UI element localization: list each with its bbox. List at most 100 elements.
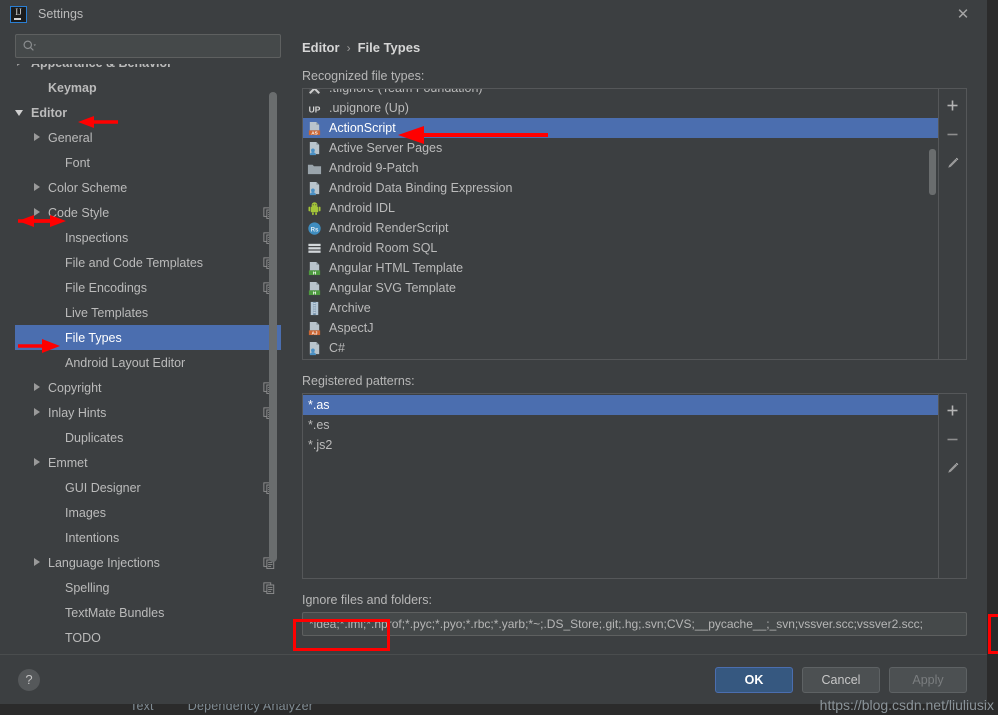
file-type-row[interactable]: Archive: [303, 298, 938, 318]
chevron-right-icon[interactable]: [32, 457, 43, 468]
sidebar-item-images[interactable]: Images: [15, 500, 281, 525]
sidebar-item-label: Duplicates: [65, 430, 124, 445]
sidebar-item-language-injections[interactable]: Language Injections: [15, 550, 281, 575]
breadcrumb-separator-icon: ›: [346, 40, 351, 55]
sidebar-item-editor[interactable]: Editor: [15, 100, 281, 125]
close-icon[interactable]: ✕: [953, 4, 973, 24]
actionscript-icon: AS: [308, 121, 321, 135]
file-types-scrollbar-thumb[interactable]: [929, 149, 936, 195]
file-type-row[interactable]: Rs Android RenderScript: [303, 218, 938, 238]
sidebar-item-file-and-code-templates[interactable]: File and Code Templates: [15, 250, 281, 275]
ignore-files-label: Ignore files and folders:: [302, 593, 432, 607]
edit-pattern-button[interactable]: [944, 459, 962, 477]
chevron-right-icon[interactable]: [32, 182, 43, 193]
angular-html-icon: H: [308, 281, 321, 295]
sidebar-item-keymap[interactable]: Keymap: [15, 75, 281, 100]
sidebar-item-label: Images: [65, 505, 106, 520]
sidebar-item-label: Color Scheme: [48, 180, 128, 195]
sidebar-item-label: Keymap: [48, 80, 97, 95]
recognized-file-types-list[interactable]: .tfignore (Team Foundation) UP .upignore (…: [302, 88, 939, 360]
file-type-row[interactable]: .tfignore (Team Foundation): [303, 89, 938, 98]
file-type-row[interactable]: Android Data Binding Expression: [303, 178, 938, 198]
sidebar-item-font[interactable]: Font: [15, 150, 281, 175]
sidebar-item-file-types[interactable]: File Types: [15, 325, 281, 350]
add-pattern-button[interactable]: [944, 401, 962, 419]
sidebar-item-color-scheme[interactable]: Color Scheme: [15, 175, 281, 200]
sidebar-item-appearance-behavior[interactable]: Appearance & Behavior: [15, 64, 281, 75]
sidebar-scrollbar-thumb[interactable]: [269, 92, 277, 562]
sidebar-item-copyright[interactable]: Copyright: [15, 375, 281, 400]
ignore-files-input[interactable]: [302, 612, 967, 636]
sidebar-item-code-style[interactable]: Code Style: [15, 200, 281, 225]
asp-icon: [309, 341, 320, 355]
sidebar-item-android-layout-editor[interactable]: Android Layout Editor: [15, 350, 281, 375]
pattern-row[interactable]: *.es: [303, 415, 938, 435]
sidebar-item-file-encodings[interactable]: File Encodings: [15, 275, 281, 300]
remove-pattern-button[interactable]: [944, 430, 962, 448]
minus-icon: [947, 133, 958, 135]
sidebar-item-duplicates[interactable]: Duplicates: [15, 425, 281, 450]
file-type-row[interactable]: H Angular HTML Template: [303, 258, 938, 278]
dialog-body: Appearance & Behavior Keymap Editor General…: [0, 28, 987, 654]
chevron-right-icon[interactable]: [32, 407, 43, 418]
file-type-row[interactable]: C#: [303, 338, 938, 358]
file-type-row[interactable]: Active Server Pages: [303, 138, 938, 158]
sidebar-item-todo[interactable]: TODO: [15, 625, 281, 650]
pattern-row[interactable]: *.as: [303, 395, 938, 415]
sidebar-item-general[interactable]: General: [15, 125, 281, 150]
file-type-row[interactable]: Android Room SQL: [303, 238, 938, 258]
file-type-row[interactable]: UP .upignore (Up): [303, 98, 938, 118]
file-type-row[interactable]: H Angular SVG Template: [303, 278, 938, 298]
plus-icon: [947, 405, 958, 415]
file-type-label: Android Room SQL: [329, 241, 438, 255]
chevron-right-icon[interactable]: [15, 64, 26, 68]
search-input[interactable]: [39, 39, 274, 53]
tf-ignore-icon: [308, 89, 321, 94]
recognized-file-types-row: .tfignore (Team Foundation) UP .upignore (…: [302, 88, 967, 360]
sidebar-item-inlay-hints[interactable]: Inlay Hints: [15, 400, 281, 425]
sidebar-item-intentions[interactable]: Intentions: [15, 525, 281, 550]
edit-file-type-button[interactable]: [944, 154, 962, 172]
remove-file-type-button[interactable]: [944, 125, 962, 143]
help-button[interactable]: ?: [18, 668, 40, 691]
file-type-row[interactable]: AJ AspectJ: [303, 318, 938, 338]
file-type-row[interactable]: AS ActionScript: [303, 118, 938, 138]
settings-tree: Appearance & Behavior Keymap Editor General…: [15, 64, 281, 654]
sidebar-item-spelling[interactable]: Spelling: [15, 575, 281, 600]
breadcrumb-root[interactable]: Editor: [302, 40, 340, 55]
file-type-label: C#: [329, 341, 345, 355]
add-file-type-button[interactable]: [944, 96, 962, 114]
registered-patterns-row: *.as *.es *.js2: [302, 393, 967, 579]
sidebar-item-live-templates[interactable]: Live Templates: [15, 300, 281, 325]
chevron-right-icon[interactable]: [32, 207, 43, 218]
file-type-row[interactable]: Android IDL: [303, 198, 938, 218]
chevron-down-icon[interactable]: [15, 107, 26, 118]
file-type-label: Android 9-Patch: [329, 161, 419, 175]
chevron-right-icon[interactable]: [32, 382, 43, 393]
apply-button[interactable]: Apply: [889, 666, 967, 693]
breadcrumb-current: File Types: [357, 40, 421, 55]
sidebar-item-label: Copyright: [48, 380, 102, 395]
sidebar-scrollbar[interactable]: [269, 72, 277, 606]
svg-text:AJ: AJ: [312, 330, 318, 335]
chevron-right-icon[interactable]: [32, 557, 43, 568]
sidebar-item-emmet[interactable]: Emmet: [15, 450, 281, 475]
registered-patterns-list[interactable]: *.as *.es *.js2: [302, 393, 939, 579]
sidebar-item-label: GUI Designer: [65, 480, 141, 495]
chevron-right-icon[interactable]: [32, 132, 43, 143]
sidebar-item-textmate-bundles[interactable]: TextMate Bundles: [15, 600, 281, 625]
file-type-label: Android RenderScript: [329, 221, 449, 235]
sidebar-item-gui-designer[interactable]: GUI Designer: [15, 475, 281, 500]
file-type-row[interactable]: Android 9-Patch: [303, 158, 938, 178]
cancel-button[interactable]: Cancel: [802, 666, 880, 693]
sidebar-item-inspections[interactable]: Inspections: [15, 225, 281, 250]
ok-button[interactable]: OK: [715, 666, 793, 693]
search-box[interactable]: [15, 34, 281, 58]
pattern-row[interactable]: *.js2: [303, 435, 938, 455]
sidebar-item-label: Language Injections: [48, 555, 160, 570]
